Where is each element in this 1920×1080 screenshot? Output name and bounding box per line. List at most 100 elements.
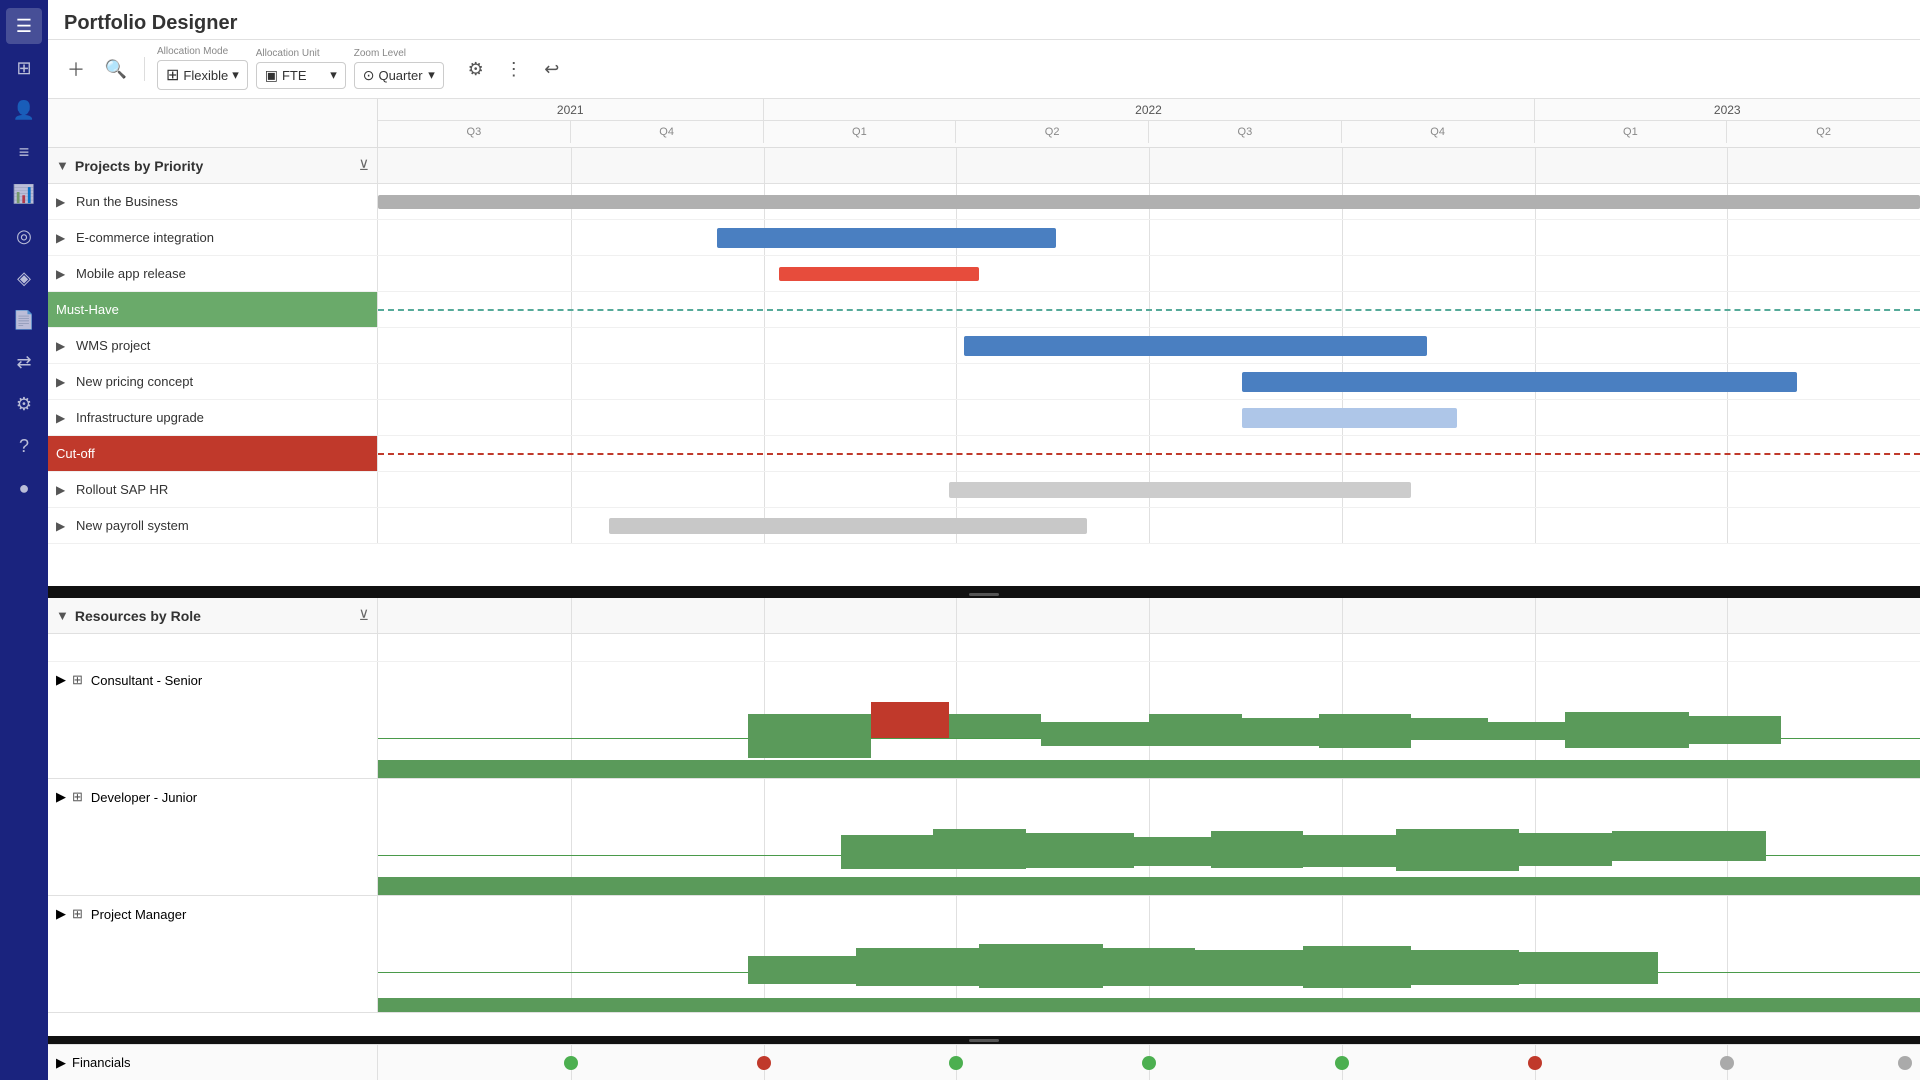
resources-header-chart [378,598,1920,633]
res-bar-pm5 [1195,950,1303,987]
nav-menu-icon[interactable]: ☰ [6,8,42,44]
res-bar-c6 [1319,714,1412,748]
q1-2022: Q1 [764,121,957,143]
allocation-unit-label: Allocation Unit [256,48,320,59]
res-bar-pm4 [1103,948,1196,986]
res-bar-c2 [949,714,1042,738]
allocation-mode-select[interactable]: ⊞ Flexible ▾ [157,60,248,90]
allocation-mode-label: Allocation Mode [157,46,228,57]
resource-group-pm: ▶ ⊞ Project Manager [48,896,1920,1013]
nav-dashboard-icon[interactable]: ⊞ [6,50,42,86]
chart-mobile-app [378,256,1920,291]
search-button[interactable]: 🔍 [100,53,132,85]
res-label-consultant[interactable]: ▶ ⊞ Consultant - Senior [48,662,378,698]
res-bar-c1 [748,714,871,758]
bar-sap-hr [949,482,1412,498]
fin-dot-5 [1335,1056,1349,1070]
tree-cut-off[interactable]: Cut-off [48,436,378,471]
chart-must-have [378,292,1920,327]
projects-collapse-icon[interactable]: ▼ [56,158,69,173]
scroll-indicator [969,593,999,596]
res-label-developer[interactable]: ▶ ⊞ Developer - Junior [48,779,378,815]
developer-group-icon: ⊞ [72,789,83,805]
nav-transfer-icon[interactable]: ⇄ [6,344,42,380]
bar-ecommerce [717,228,1056,248]
q2-2022: Q2 [956,121,1149,143]
tree-wms[interactable]: ▶ WMS project [48,328,378,363]
gantt-rows: ▼ Projects by Priority ⊻ [48,148,1920,586]
expand-ecommerce-icon[interactable]: ▶ [56,231,70,245]
res-bar-c10 [1689,716,1782,745]
fin-dot-2 [757,1056,771,1070]
nav-list-icon[interactable]: ≡ [6,134,42,170]
nav-profile-icon[interactable]: ● [6,470,42,506]
tree-infrastructure[interactable]: ▶ Infrastructure upgrade [48,400,378,435]
resources-header-tree[interactable]: ▼ Resources by Role ⊻ [48,598,378,633]
bottom-scroll-handle[interactable] [48,1036,1920,1044]
res-bottom-fill-pm [378,998,1920,1012]
year-2022: 2022 [764,99,1535,121]
row-infrastructure: ▶ Infrastructure upgrade [48,400,1920,436]
resources-filter-icon[interactable]: ⊻ [359,607,369,624]
nav-help-icon[interactable]: ? [6,428,42,464]
resources-collapse-icon[interactable]: ▼ [56,608,69,623]
settings-button[interactable]: ⚙ [460,53,492,85]
tree-ecommerce[interactable]: ▶ E-commerce integration [48,220,378,255]
nav-doc-icon[interactable]: 📄 [6,302,42,338]
projects-header-tree[interactable]: ▼ Projects by Priority ⊻ [48,148,378,183]
undo-button[interactable]: ↩ [536,53,568,85]
expand-infra-icon[interactable]: ▶ [56,411,70,425]
label-mobile-app: Mobile app release [76,266,186,281]
developer-chart-row [48,815,1920,895]
tree-run-the-business[interactable]: ▶ Run the Business [48,184,378,219]
expand-run-business-icon[interactable]: ▶ [56,195,70,209]
expand-sap-icon[interactable]: ▶ [56,483,70,497]
row-cut-off: Cut-off [48,436,1920,472]
row-mobile-app: ▶ Mobile app release [48,256,1920,292]
res-bar-c9 [1565,712,1688,747]
expand-consultant-icon[interactable]: ▶ [56,672,66,688]
expand-payroll-icon[interactable]: ▶ [56,519,70,533]
tree-must-have[interactable]: Must-Have [48,292,378,327]
label-pm: Project Manager [91,907,186,922]
nav-people-icon[interactable]: 👤 [6,92,42,128]
projects-header-chart [378,148,1920,183]
q3-2022: Q3 [1149,121,1342,143]
add-button[interactable]: ＋ [60,53,92,85]
fin-dot-4 [1142,1056,1156,1070]
expand-developer-icon[interactable]: ▶ [56,789,66,805]
financials-tree-cell[interactable]: ▶ Financials [48,1045,378,1080]
chart-cut-off [378,436,1920,471]
q1-2023: Q1 [1535,121,1728,143]
tree-payroll[interactable]: ▶ New payroll system [48,508,378,543]
nav-target-icon[interactable]: ◎ [6,218,42,254]
page-title: Portfolio Designer [48,0,1920,40]
expand-pm-icon[interactable]: ▶ [56,906,66,922]
q4-2022: Q4 [1342,121,1535,143]
expand-pricing-icon[interactable]: ▶ [56,375,70,389]
expand-mobile-icon[interactable]: ▶ [56,267,70,281]
label-sap-hr: Rollout SAP HR [76,482,168,497]
expand-wms-icon[interactable]: ▶ [56,339,70,353]
year-2021: 2021 [378,99,764,121]
res-label-pm[interactable]: ▶ ⊞ Project Manager [48,896,378,932]
resources-section: ▼ Resources by Role ⊻ [48,598,1920,1036]
financials-chart-cell [378,1045,1920,1080]
nav-tag-icon[interactable]: ◈ [6,260,42,296]
row-ecommerce: ▶ E-commerce integration [48,220,1920,256]
label-infrastructure: Infrastructure upgrade [76,410,204,425]
tree-mobile-app[interactable]: ▶ Mobile app release [48,256,378,291]
nav-settings-icon[interactable]: ⚙ [6,386,42,422]
chart-wms [378,328,1920,363]
nav-chart-icon[interactable]: 📊 [6,176,42,212]
top-scroll-handle[interactable] [48,590,1920,598]
more-options-button[interactable]: ⋮ [498,53,530,85]
allocation-unit-select[interactable]: ▣ FTE ▾ [256,62,346,89]
tree-sap-hr[interactable]: ▶ Rollout SAP HR [48,472,378,507]
res-bar-c8 [1488,722,1565,740]
tree-pricing[interactable]: ▶ New pricing concept [48,364,378,399]
chart-payroll [378,508,1920,543]
expand-financials-icon[interactable]: ▶ [56,1055,66,1071]
projects-filter-icon[interactable]: ⊻ [359,157,369,174]
zoom-level-select[interactable]: ⊙ Quarter ▾ [354,62,444,89]
